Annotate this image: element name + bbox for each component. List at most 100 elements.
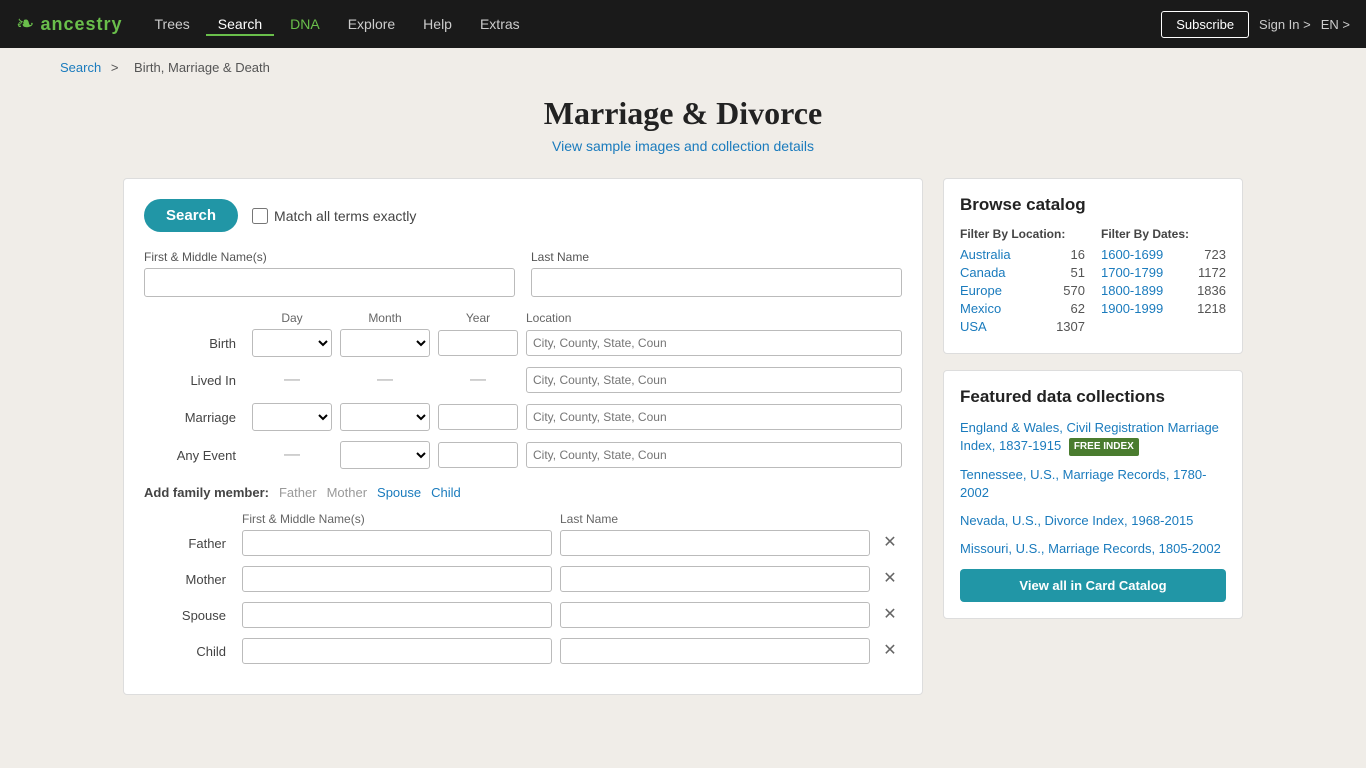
birth-day-select[interactable] — [252, 329, 332, 357]
any-event-month-select[interactable] — [340, 441, 430, 469]
lived-in-label: Lived In — [144, 373, 244, 388]
child-last-input[interactable] — [560, 638, 870, 664]
spouse-first-input[interactable] — [242, 602, 552, 628]
father-first-input[interactable] — [242, 530, 552, 556]
loc-usa-link[interactable]: USA — [960, 319, 987, 334]
add-father-link[interactable]: Father — [279, 485, 317, 500]
loc-europe-count: 570 — [1063, 283, 1085, 298]
breadcrumb-current: Birth, Marriage & Death — [134, 60, 270, 75]
last-name-input[interactable] — [531, 268, 902, 297]
logo[interactable]: ❧ ancestry — [16, 11, 123, 37]
right-panel: Browse catalog Filter By Location: Austr… — [943, 178, 1243, 695]
card-catalog-button[interactable]: View all in Card Catalog — [960, 569, 1226, 602]
subscribe-button[interactable]: Subscribe — [1161, 11, 1249, 38]
marriage-label: Marriage — [144, 410, 244, 425]
breadcrumb-separator: > — [111, 60, 119, 75]
marriage-year-input[interactable] — [438, 404, 518, 430]
date-1800-link[interactable]: 1800-1899 — [1101, 283, 1163, 298]
mother-remove-button[interactable]: ✕ — [878, 571, 902, 587]
loc-canada-link[interactable]: Canada — [960, 265, 1006, 280]
nav-search[interactable]: Search — [206, 12, 274, 36]
search-button[interactable]: Search — [144, 199, 238, 232]
family-last-header: Last Name — [560, 512, 870, 526]
spouse-remove-button[interactable]: ✕ — [878, 607, 902, 623]
family-column-headers: First & Middle Name(s) Last Name — [144, 512, 902, 526]
mother-last-input[interactable] — [560, 566, 870, 592]
date-1900-link[interactable]: 1900-1999 — [1101, 301, 1163, 316]
child-remove-button[interactable]: ✕ — [878, 643, 902, 659]
logo-leaf-icon: ❧ — [16, 11, 34, 37]
catalog-columns: Filter By Location: Australia 16 Canada … — [960, 227, 1226, 337]
location-header: Location — [526, 311, 902, 325]
father-last-input[interactable] — [560, 530, 870, 556]
free-index-badge: FREE INDEX — [1069, 438, 1139, 456]
marriage-location-input[interactable] — [526, 404, 902, 430]
marriage-day-select[interactable] — [252, 403, 332, 431]
birth-location-input[interactable] — [526, 330, 902, 356]
any-event-location-input[interactable] — [526, 442, 902, 468]
child-row: Child ✕ — [144, 638, 902, 664]
add-child-link[interactable]: Child — [431, 485, 461, 500]
browse-catalog-box: Browse catalog Filter By Location: Austr… — [943, 178, 1243, 354]
nav-help[interactable]: Help — [411, 12, 464, 36]
loc-mexico-link[interactable]: Mexico — [960, 301, 1001, 316]
loc-canada: Canada 51 — [960, 265, 1085, 280]
loc-europe-link[interactable]: Europe — [960, 283, 1002, 298]
mother-label: Mother — [144, 572, 234, 587]
father-label: Father — [144, 536, 234, 551]
mother-first-input[interactable] — [242, 566, 552, 592]
nav-trees[interactable]: Trees — [143, 12, 202, 36]
dates-col: Filter By Dates: 1600-1699 723 1700-1799… — [1101, 227, 1226, 337]
add-mother-link[interactable]: Mother — [327, 485, 367, 500]
nav-dna[interactable]: DNA — [278, 12, 332, 36]
loc-australia: Australia 16 — [960, 247, 1085, 262]
loc-usa: USA 1307 — [960, 319, 1085, 334]
name-row: First & Middle Name(s) Last Name — [144, 250, 902, 297]
date-1600-count: 723 — [1204, 247, 1226, 262]
featured-collection-1[interactable]: Tennessee, U.S., Marriage Records, 1780-… — [960, 466, 1226, 502]
marriage-month-select[interactable] — [340, 403, 430, 431]
loc-mexico: Mexico 62 — [960, 301, 1085, 316]
navigation: ❧ ancestry Trees Search DNA Explore Help… — [0, 0, 1366, 48]
loc-australia-link[interactable]: Australia — [960, 247, 1011, 262]
nav-explore[interactable]: Explore — [336, 12, 407, 36]
dates-col-header: Filter By Dates: — [1101, 227, 1226, 241]
featured-collections-box: Featured data collections England & Wale… — [943, 370, 1243, 619]
match-exact-checkbox[interactable] — [252, 208, 268, 224]
first-middle-input[interactable] — [144, 268, 515, 297]
main-layout: Search Match all terms exactly First & M… — [83, 162, 1283, 711]
date-1700-link[interactable]: 1700-1799 — [1101, 265, 1163, 280]
date-1900: 1900-1999 1218 — [1101, 301, 1226, 316]
browse-catalog-title: Browse catalog — [960, 195, 1226, 215]
nav-extras[interactable]: Extras — [468, 12, 532, 36]
any-event-year-input[interactable] — [438, 442, 518, 468]
page-subtitle-link[interactable]: View sample images and collection detail… — [0, 138, 1366, 154]
location-col-header: Filter By Location: — [960, 227, 1085, 241]
lived-in-row: Lived In — — — — [144, 367, 902, 393]
lived-in-year-dash: — — [438, 371, 518, 389]
match-exact-label[interactable]: Match all terms exactly — [252, 208, 416, 224]
breadcrumb-search-link[interactable]: Search — [60, 60, 101, 75]
featured-title: Featured data collections — [960, 387, 1226, 407]
signin-link[interactable]: Sign In > — [1259, 17, 1311, 32]
birth-year-input[interactable] — [438, 330, 518, 356]
father-row: Father ✕ — [144, 530, 902, 556]
family-add-row: Add family member: Father Mother Spouse … — [144, 485, 902, 500]
month-header: Month — [340, 311, 430, 325]
date-1600-link[interactable]: 1600-1699 — [1101, 247, 1163, 262]
language-selector[interactable]: EN > — [1321, 17, 1350, 32]
last-name-label: Last Name — [531, 250, 902, 264]
loc-mexico-count: 62 — [1071, 301, 1085, 316]
date-1800-count: 1836 — [1197, 283, 1226, 298]
child-first-input[interactable] — [242, 638, 552, 664]
featured-collection-0[interactable]: England & Wales, Civil Registration Marr… — [960, 419, 1226, 456]
search-top-bar: Search Match all terms exactly — [144, 199, 902, 232]
featured-collection-3[interactable]: Missouri, U.S., Marriage Records, 1805-2… — [960, 540, 1226, 558]
birth-month-select[interactable] — [340, 329, 430, 357]
spouse-last-input[interactable] — [560, 602, 870, 628]
add-spouse-link[interactable]: Spouse — [377, 485, 421, 500]
lived-in-location-input[interactable] — [526, 367, 902, 393]
logo-text: ancestry — [40, 14, 122, 35]
featured-collection-2[interactable]: Nevada, U.S., Divorce Index, 1968-2015 — [960, 512, 1226, 530]
father-remove-button[interactable]: ✕ — [878, 535, 902, 551]
